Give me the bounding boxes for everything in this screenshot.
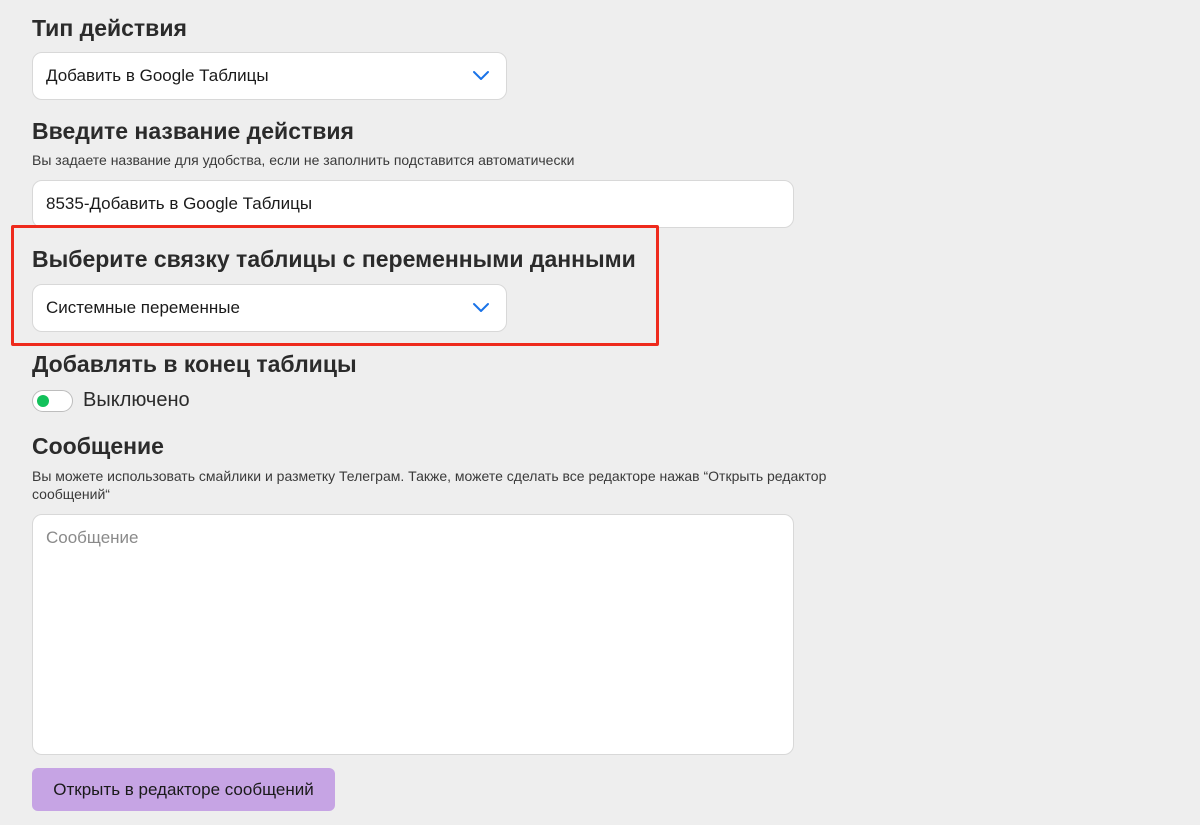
- append-to-end-toggle[interactable]: [32, 390, 73, 412]
- message-hint: Вы можете использовать смайлики и размет…: [32, 468, 827, 502]
- action-type-value: Добавить в Google Таблицы: [46, 66, 269, 85]
- action-name-label: Введите название действия: [32, 118, 354, 144]
- action-type-select[interactable]: Добавить в Google Таблицы: [32, 52, 507, 100]
- action-type-label: Тип действия: [32, 15, 187, 41]
- message-textarea[interactable]: [32, 514, 794, 755]
- open-editor-button[interactable]: Открыть в редакторе сообщений: [32, 768, 335, 811]
- action-name-input[interactable]: [32, 180, 794, 228]
- action-name-hint: Вы задаете название для удобства, если н…: [32, 152, 575, 168]
- table-binding-value: Системные переменные: [46, 298, 240, 317]
- chevron-down-icon: [470, 65, 492, 87]
- append-to-end-label: Добавлять в конец таблицы: [32, 351, 357, 377]
- table-binding-select[interactable]: Системные переменные: [32, 284, 507, 332]
- append-to-end-state: Выключено: [83, 389, 190, 411]
- toggle-knob: [37, 395, 49, 407]
- chevron-down-icon: [470, 297, 492, 319]
- message-label: Сообщение: [32, 433, 164, 459]
- table-binding-label: Выберите связку таблицы с переменными да…: [32, 246, 636, 272]
